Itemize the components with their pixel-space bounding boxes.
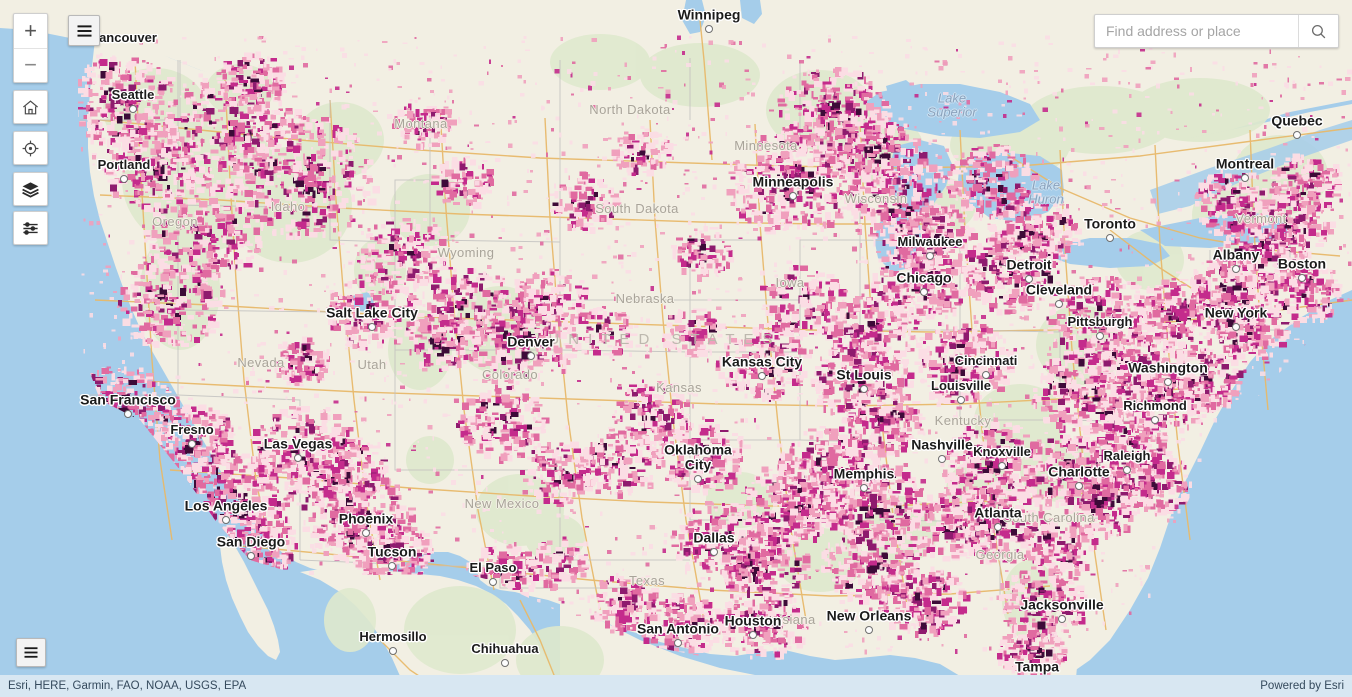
layers-stack-icon (22, 181, 39, 198)
attribution-bar: Esri, HERE, Garmin, FAO, NOAA, USGS, EPA… (0, 675, 1352, 697)
filter-button[interactable] (13, 211, 48, 245)
map-canvas[interactable] (0, 0, 1352, 697)
search-icon (1311, 24, 1326, 38)
top-menu-button[interactable] (68, 15, 100, 46)
layer-list-button[interactable] (13, 172, 48, 206)
powered-by-text: Powered by Esri (1260, 680, 1344, 692)
bottom-menu-button[interactable] (16, 638, 46, 667)
search-input[interactable] (1095, 15, 1298, 47)
search-button[interactable] (1298, 15, 1338, 47)
locate-button[interactable] (13, 131, 48, 165)
minus-icon: − (24, 52, 37, 78)
home-extent-button[interactable] (13, 90, 48, 124)
zoom-out-button[interactable]: − (14, 49, 47, 83)
hamburger-menu-icon (77, 24, 91, 37)
basemap-attribution-text: Esri, HERE, Garmin, FAO, NOAA, USGS, EPA (8, 680, 247, 692)
map-application: UNITED STATES Montana North Dakota South D… (0, 0, 1352, 697)
basemap-graphics (0, 0, 1352, 697)
plus-icon: + (24, 17, 37, 43)
sliders-filter-icon (23, 221, 38, 235)
zoom-controls: + − (13, 13, 48, 83)
hamburger-menu-icon (24, 647, 38, 658)
crosshair-locate-icon (22, 140, 39, 156)
home-icon (22, 99, 39, 114)
zoom-in-button[interactable]: + (14, 14, 47, 49)
search-widget (1094, 14, 1339, 48)
